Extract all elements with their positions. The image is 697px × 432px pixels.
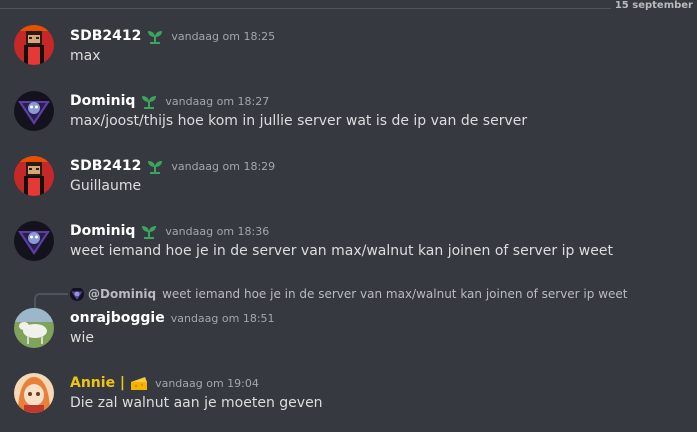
sprout-icon (139, 92, 159, 110)
divider-line (0, 8, 617, 9)
reply-author[interactable]: @Dominiq (88, 287, 156, 301)
avatar-onrajboggie[interactable] (14, 308, 54, 348)
author-name[interactable]: onrajboggie (70, 310, 165, 326)
cheese-icon (129, 374, 149, 392)
author-name[interactable]: SDB2412 (70, 158, 141, 174)
avatar-image-sdb2412 (14, 156, 54, 196)
timestamp: vandaag om 18:27 (165, 94, 270, 108)
message-content: max/joost/thijs hoe kom in jullie server… (70, 113, 528, 129)
avatar-image-dominiq (14, 91, 54, 131)
author-name[interactable]: Annie | (70, 375, 125, 391)
reply-spine (34, 293, 68, 309)
timestamp: vandaag om 18:36 (165, 224, 270, 238)
avatar-image-sdb2412 (14, 25, 54, 65)
timestamp: vandaag om 18:29 (171, 159, 276, 173)
date-divider: 15 september (0, 0, 697, 12)
avatar-dominiq[interactable] (14, 221, 54, 261)
divider-date: 15 september (610, 0, 693, 11)
avatar-image-annie (14, 373, 54, 413)
sprout-icon (139, 222, 159, 240)
timestamp: vandaag om 18:25 (171, 29, 276, 43)
message-content: Die zal walnut aan je moeten geven (70, 395, 323, 411)
reply-preview[interactable]: @Dominiq weet iemand hoe je in de server… (70, 286, 627, 302)
message-content: max (70, 48, 101, 64)
message-content: weet iemand hoe je in de server van max/… (70, 243, 613, 259)
avatar-sdb2412[interactable] (14, 156, 54, 196)
sprout-icon (145, 157, 165, 175)
reply-text[interactable]: weet iemand hoe je in de server van max/… (162, 287, 627, 301)
avatar-image-dominiq (14, 221, 54, 261)
reply-avatar (70, 287, 84, 301)
sprout-icon (145, 27, 165, 45)
author-name[interactable]: Dominiq (70, 223, 135, 239)
avatar-image-onrajboggie (14, 308, 54, 348)
author-name[interactable]: SDB2412 (70, 28, 141, 44)
avatar-dominiq[interactable] (14, 91, 54, 131)
avatar-sdb2412[interactable] (14, 25, 54, 65)
message-content: wie (70, 330, 94, 346)
message-content: Guillaume (70, 178, 142, 194)
author-name[interactable]: Dominiq (70, 93, 135, 109)
timestamp: vandaag om 19:04 (155, 376, 259, 390)
timestamp: vandaag om 18:51 (170, 311, 275, 325)
avatar-annie[interactable] (14, 373, 54, 413)
